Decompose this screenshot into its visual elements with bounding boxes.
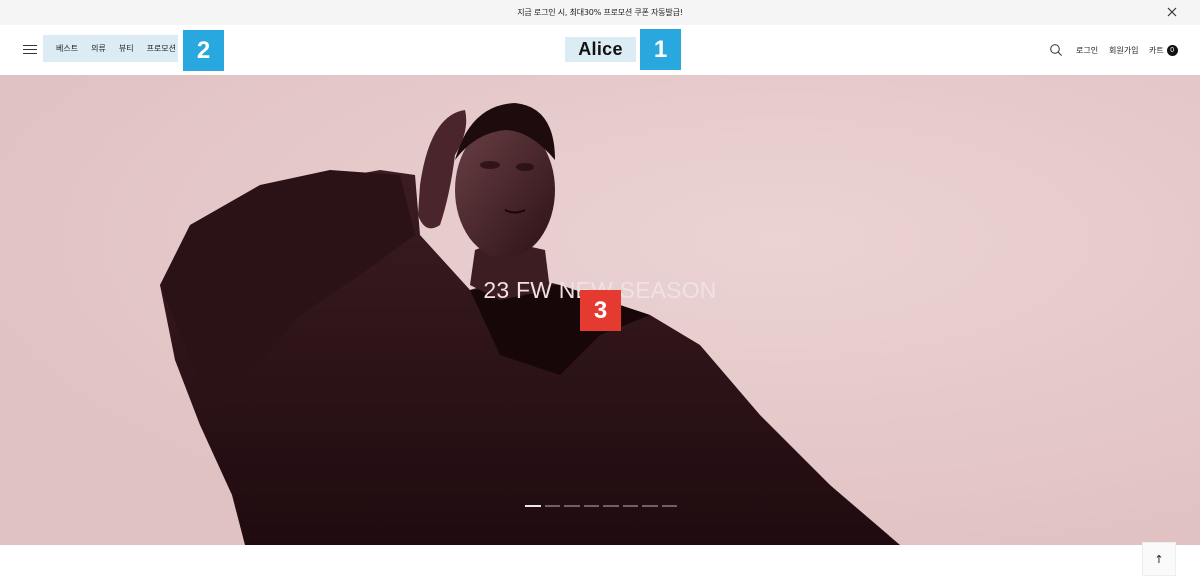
cart-count-badge: 0 <box>1166 44 1178 56</box>
cart-link[interactable]: 카트 0 <box>1149 25 1178 75</box>
slider-dot-2[interactable] <box>544 505 560 507</box>
search-icon[interactable] <box>1049 43 1063 57</box>
scroll-top-button[interactable]: ↑ <box>1142 542 1176 576</box>
nav-item-promotion[interactable]: 프로모션 <box>147 43 176 54</box>
nav-item-best[interactable]: 베스트 <box>56 43 78 54</box>
main-nav: 베스트 의류 뷰티 프로모션 <box>43 35 178 62</box>
slider-dot-6[interactable] <box>622 505 638 507</box>
hamburger-icon[interactable] <box>23 43 39 57</box>
arrow-up-icon: ↑ <box>1154 552 1164 566</box>
header: 베스트 의류 뷰티 프로모션 2 Alice 1 로그인 회원가입 카트 0 <box>0 25 1200 75</box>
nav-item-beauty[interactable]: 뷰티 <box>119 43 134 54</box>
slider-dot-8[interactable] <box>661 505 677 507</box>
login-link[interactable]: 로그인 <box>1076 25 1098 75</box>
promo-text: 지금 로그인 시, 최대30% 프로모션 쿠폰 자동발급! <box>517 8 683 17</box>
cart-label: 카트 <box>1149 45 1164 55</box>
hero-banner[interactable]: 23 FW NEW SEASON 3 <box>0 75 1200 545</box>
logo-link[interactable]: Alice <box>565 37 636 62</box>
slider-dot-4[interactable] <box>583 505 599 507</box>
promo-bar: 지금 로그인 시, 최대30% 프로모션 쿠폰 자동발급! <box>0 0 1200 25</box>
slider-dot-1[interactable] <box>525 505 541 507</box>
join-link[interactable]: 회원가입 <box>1109 25 1138 75</box>
close-icon[interactable] <box>1163 3 1181 21</box>
annotation-marker-1: 1 <box>640 29 681 70</box>
slider-dot-3[interactable] <box>564 505 580 507</box>
slider-dot-5[interactable] <box>603 505 619 507</box>
annotation-marker-2: 2 <box>183 30 224 71</box>
slider-dot-7[interactable] <box>642 505 658 507</box>
annotation-marker-3: 3 <box>580 290 621 331</box>
slider-pagination <box>525 505 677 507</box>
logo: Alice <box>578 39 623 59</box>
nav-item-clothing[interactable]: 의류 <box>91 43 106 54</box>
